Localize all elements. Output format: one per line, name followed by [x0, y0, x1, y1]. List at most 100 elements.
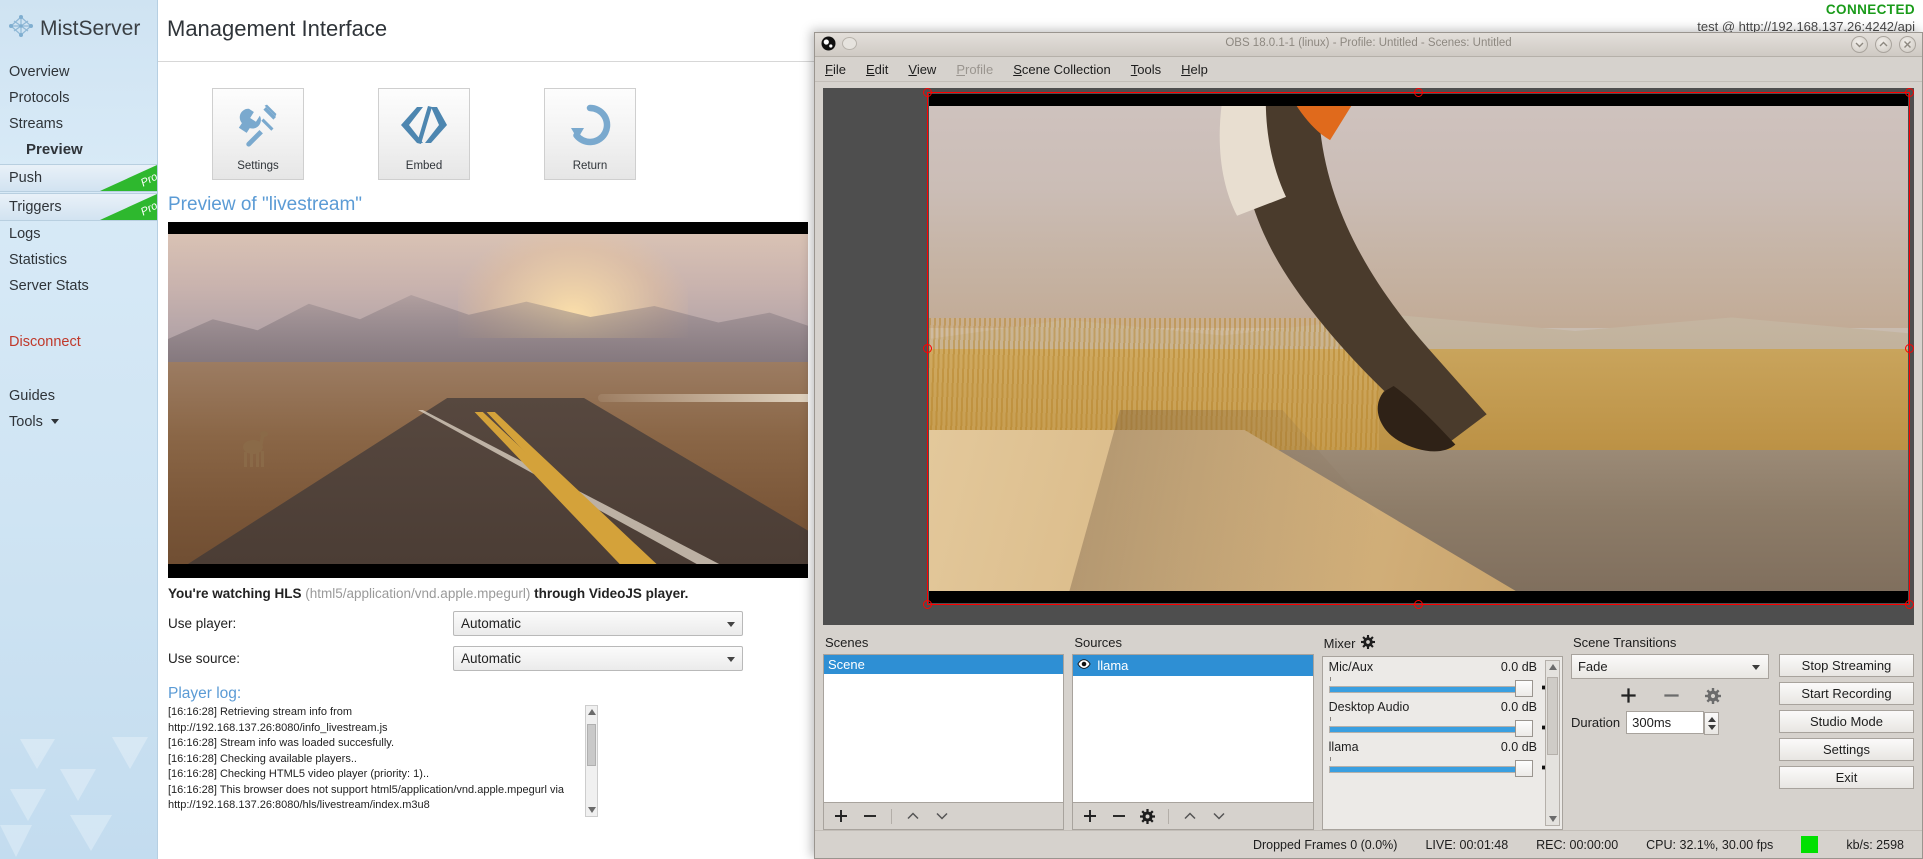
- close-button[interactable]: [1899, 36, 1916, 53]
- resize-handle-bottom-left[interactable]: [923, 600, 932, 609]
- sidebar-item-tools[interactable]: Tools: [0, 409, 157, 435]
- obs-window[interactable]: OBS 18.0.1-1 (linux) - Profile: Untitled…: [814, 32, 1923, 859]
- channel-name: llama: [1328, 740, 1359, 754]
- scroll-up-icon[interactable]: [588, 709, 596, 715]
- player-log[interactable]: [16:16:28] Retrieving stream info from h…: [168, 705, 598, 817]
- move-source-up-button[interactable]: [1182, 808, 1198, 824]
- remove-transition-button[interactable]: [1662, 686, 1681, 705]
- sidebar-item-disconnect[interactable]: Disconnect: [0, 329, 157, 355]
- resize-handle-bottom-center[interactable]: [1413, 600, 1423, 609]
- source-properties-gear-icon[interactable]: [1140, 808, 1156, 824]
- sidebar-item-guides[interactable]: Guides: [0, 383, 157, 409]
- mixer-channels[interactable]: Mic/Aux 0.0 dB Desktop Audio 0.0 dB llam…: [1321, 656, 1563, 830]
- list-item[interactable]: Scene: [824, 655, 1064, 674]
- slider-knob[interactable]: [1514, 760, 1533, 777]
- stepper-down-icon[interactable]: [1708, 725, 1717, 730]
- volume-slider[interactable]: [1328, 757, 1559, 778]
- maximize-button[interactable]: [1875, 36, 1892, 53]
- obs-preview-canvas[interactable]: [823, 88, 1914, 625]
- start-recording-button[interactable]: Start Recording: [1778, 682, 1914, 705]
- studio-mode-button[interactable]: Studio Mode: [1778, 710, 1914, 733]
- mixer-title: Mixer: [1322, 633, 1563, 656]
- obs-titlebar[interactable]: OBS 18.0.1-1 (linux) - Profile: Untitled…: [815, 33, 1922, 57]
- sources-title: Sources: [1074, 635, 1123, 650]
- sidebar-item-statistics[interactable]: Statistics: [0, 247, 157, 273]
- sidebar-item-server-stats[interactable]: Server Stats: [0, 273, 157, 299]
- duration-row: Duration 300ms: [1571, 711, 1769, 735]
- brand-logo[interactable]: MistServer: [0, 0, 157, 59]
- transition-select[interactable]: Fade: [1570, 654, 1769, 679]
- scrollbar-thumb[interactable]: [1546, 677, 1558, 755]
- sidebar-item-overview[interactable]: Overview: [0, 59, 157, 85]
- resize-handle-top-left[interactable]: [923, 88, 932, 97]
- settings-button[interactable]: Settings: [1778, 738, 1914, 761]
- scenes-panel: Scenes Scene: [823, 633, 1065, 830]
- mixer-scrollbar[interactable]: [1544, 660, 1560, 826]
- channel-name: Desktop Audio: [1328, 700, 1410, 714]
- video-player[interactable]: [168, 222, 808, 578]
- slider-knob[interactable]: [1514, 720, 1533, 737]
- add-scene-button[interactable]: [833, 808, 849, 824]
- resize-handle-middle-right[interactable]: [1905, 343, 1914, 353]
- scroll-down-icon[interactable]: [1548, 816, 1557, 822]
- list-item[interactable]: llama: [1073, 655, 1313, 676]
- mixer-channel: llama 0.0 dB: [1328, 740, 1559, 778]
- duration-spin-buttons[interactable]: [1704, 712, 1720, 735]
- gear-icon[interactable]: [1361, 635, 1376, 652]
- volume-slider[interactable]: [1328, 677, 1559, 698]
- stop-streaming-button[interactable]: Stop Streaming: [1778, 654, 1914, 677]
- settings-button[interactable]: Settings: [212, 88, 304, 180]
- sidebar-item-logs[interactable]: Logs: [0, 221, 157, 247]
- playback-info-prefix: You're watching HLS: [168, 586, 306, 601]
- transitions-body: Fade Duration 300ms Stop Streaming Start…: [1570, 654, 1914, 789]
- sidebar-item-protocols[interactable]: Protocols: [0, 85, 157, 111]
- menu-help[interactable]: Help: [1181, 62, 1208, 77]
- menu-file[interactable]: File: [825, 62, 846, 77]
- menu-edit[interactable]: Edit: [866, 62, 888, 77]
- resize-handle-top-right[interactable]: [1905, 88, 1914, 97]
- sidebar-item-push[interactable]: Push Pro: [0, 164, 157, 192]
- resize-handle-top-center[interactable]: [1413, 88, 1423, 97]
- minimize-button[interactable]: [1851, 36, 1868, 53]
- sidebar-item-triggers[interactable]: Triggers Pro: [0, 193, 157, 221]
- stepper-up-icon[interactable]: [1708, 717, 1717, 722]
- use-source-select[interactable]: Automatic: [453, 646, 743, 671]
- eye-icon[interactable]: [1077, 657, 1091, 674]
- duration-stepper[interactable]: 300ms: [1626, 711, 1720, 735]
- menu-scene-collection[interactable]: Scene Collection: [1013, 62, 1111, 77]
- use-source-value: Automatic: [461, 651, 522, 666]
- code-brackets-icon: [399, 89, 449, 160]
- remove-source-button[interactable]: [1111, 808, 1127, 824]
- move-scene-down-button[interactable]: [934, 808, 950, 824]
- add-source-button[interactable]: [1082, 808, 1098, 824]
- scrollbar-thumb[interactable]: [587, 724, 596, 766]
- slider-knob[interactable]: [1514, 680, 1533, 697]
- source-selection-box[interactable]: [923, 88, 1914, 609]
- embed-button[interactable]: Embed: [378, 88, 470, 180]
- move-scene-up-button[interactable]: [905, 808, 921, 824]
- move-source-down-button[interactable]: [1211, 808, 1227, 824]
- transition-properties-gear-icon[interactable]: [1704, 687, 1721, 704]
- player-log-scrollbar[interactable]: [585, 705, 598, 817]
- add-transition-button[interactable]: [1619, 686, 1638, 705]
- video-letterbox-bottom: [168, 564, 808, 578]
- resize-handle-middle-left[interactable]: [923, 343, 932, 353]
- menu-tools[interactable]: Tools: [1131, 62, 1161, 77]
- sidebar-item-streams[interactable]: Streams: [0, 111, 157, 137]
- sources-list[interactable]: llama: [1072, 654, 1314, 803]
- scroll-up-icon[interactable]: [1548, 664, 1557, 670]
- scenes-list[interactable]: Scene: [823, 654, 1065, 803]
- volume-slider[interactable]: [1328, 717, 1559, 738]
- resize-handle-bottom-right[interactable]: [1905, 600, 1914, 609]
- exit-button[interactable]: Exit: [1778, 766, 1914, 789]
- return-button-label: Return: [572, 160, 608, 172]
- settings-button-label: Settings: [237, 160, 279, 172]
- scroll-down-icon[interactable]: [588, 807, 596, 813]
- remove-scene-button[interactable]: [862, 808, 878, 824]
- mistserver-logo-icon: [8, 14, 34, 43]
- menu-view[interactable]: View: [908, 62, 936, 77]
- playback-mime: (html5/application/vnd.apple.mpegurl): [305, 586, 531, 601]
- return-button[interactable]: Return: [544, 88, 636, 180]
- use-player-select[interactable]: Automatic: [453, 611, 743, 636]
- sidebar-item-preview[interactable]: Preview: [0, 137, 157, 163]
